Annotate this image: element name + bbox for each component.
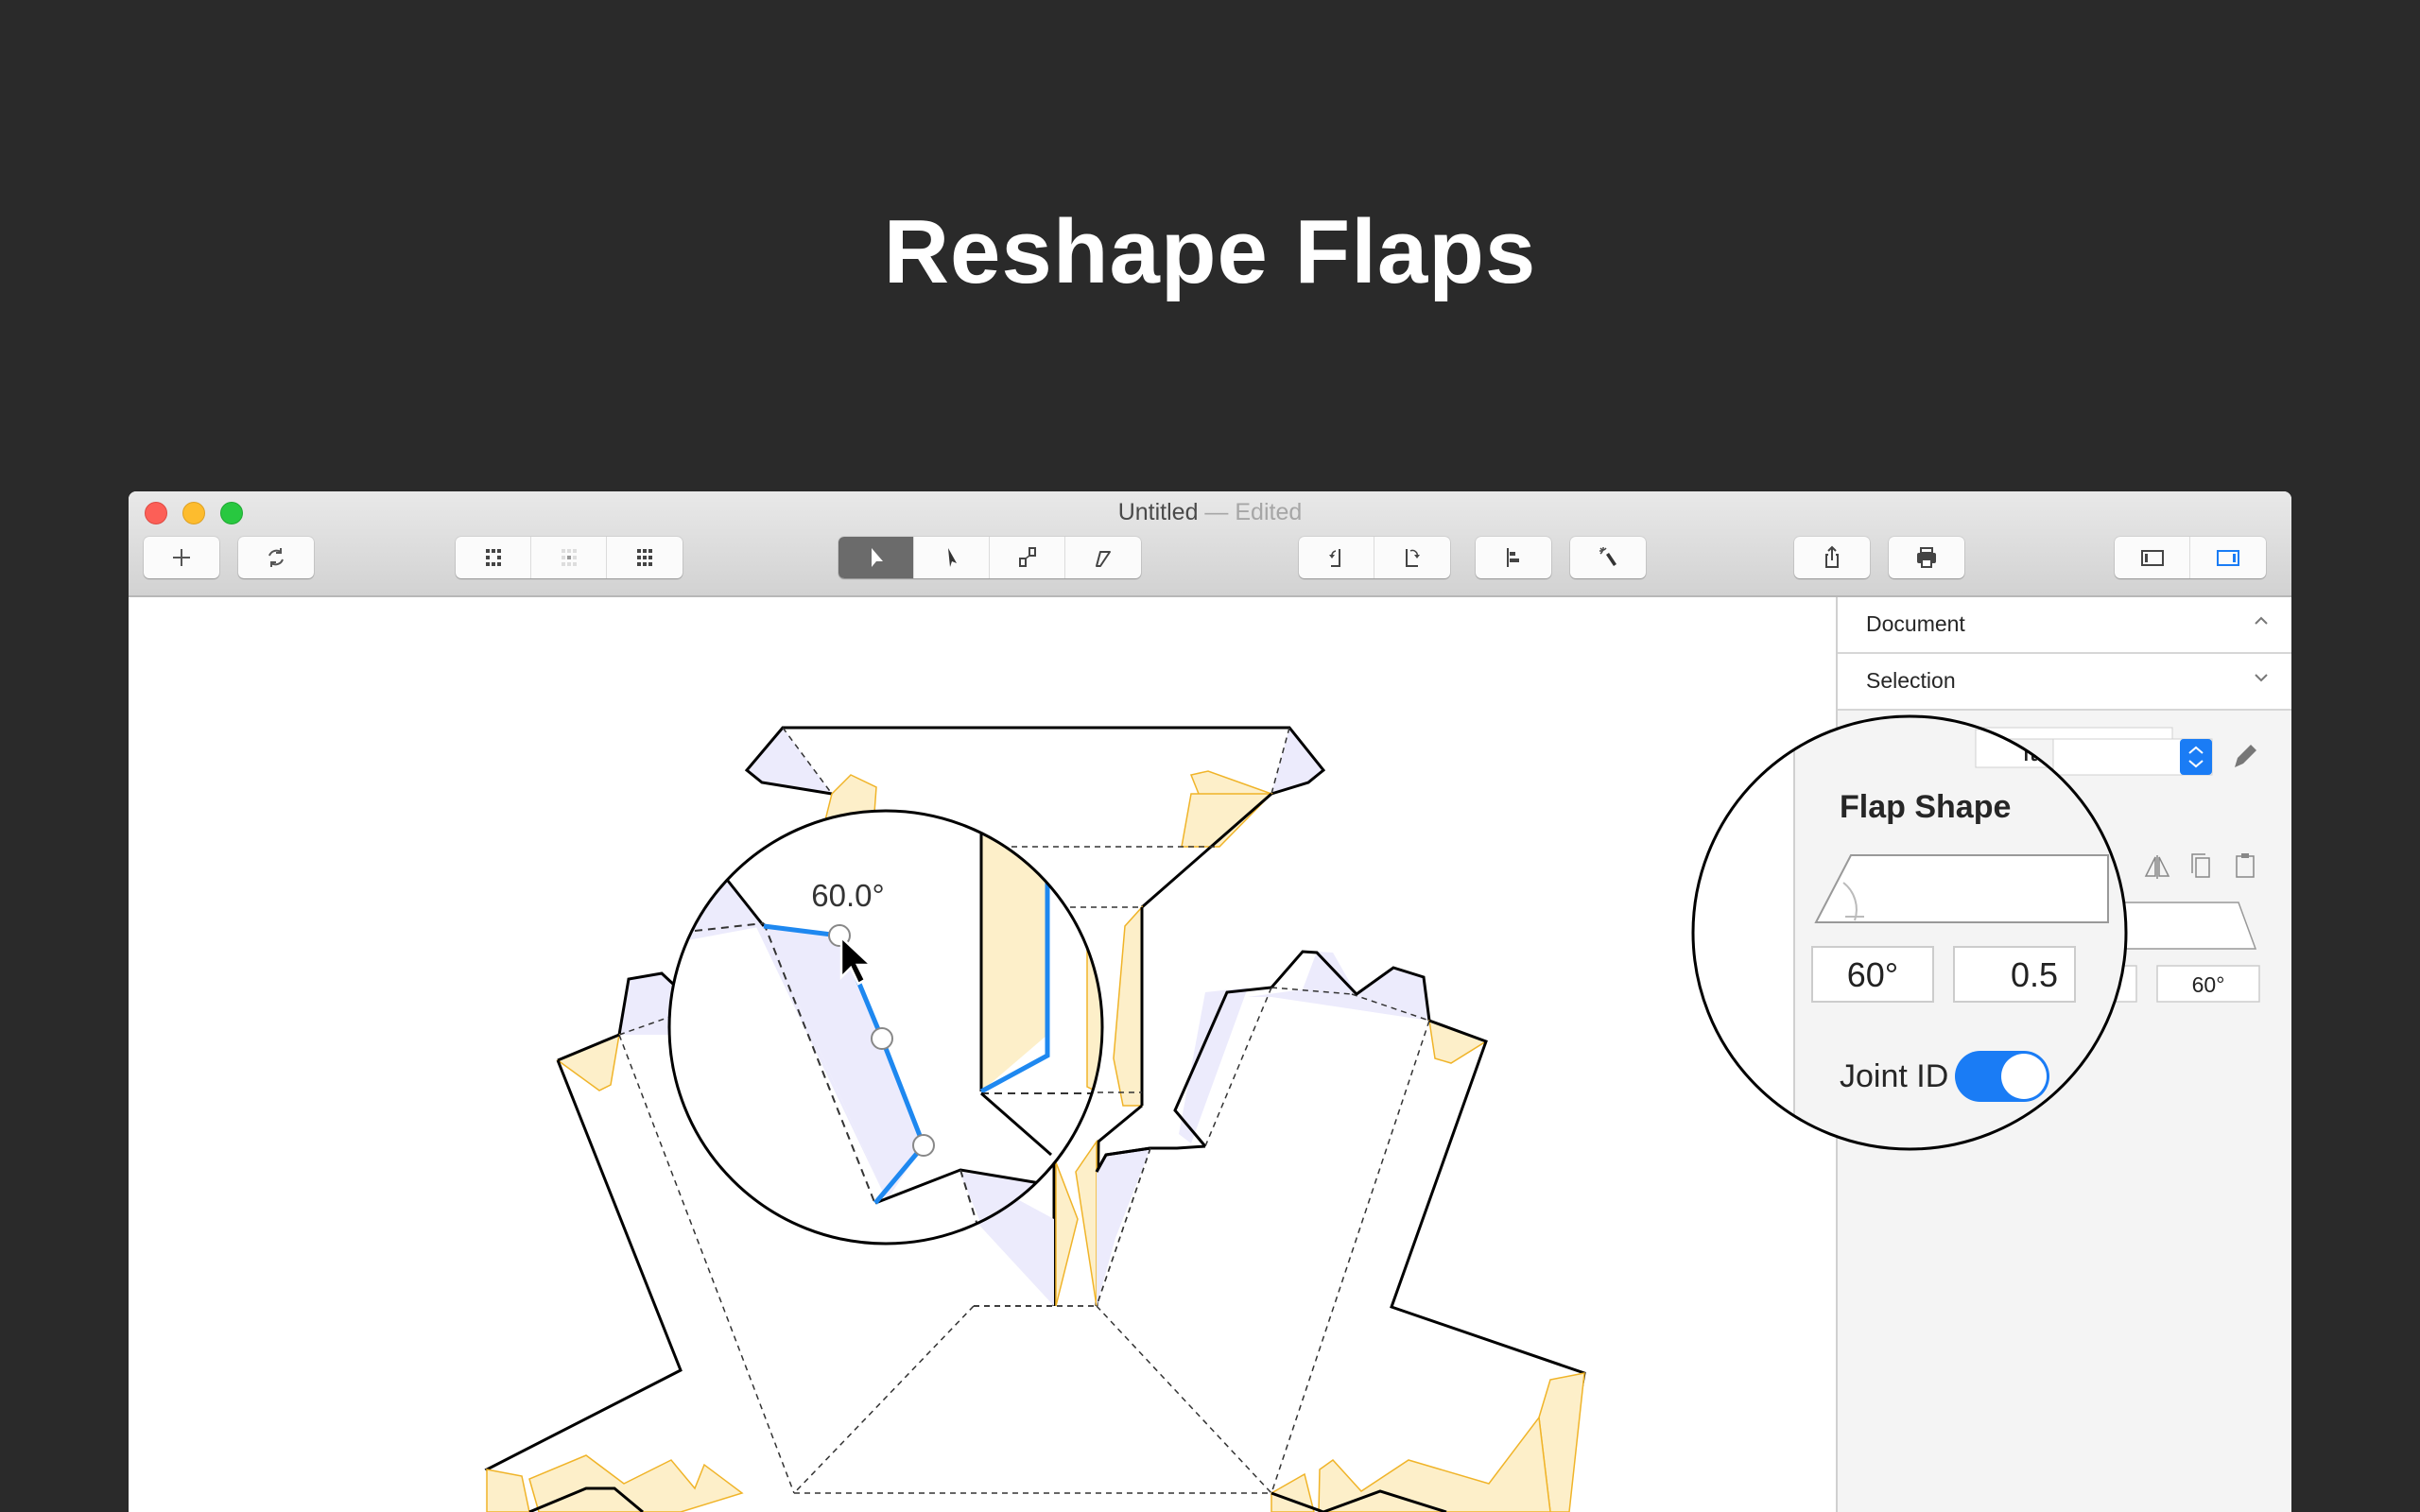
fold-group: [1299, 537, 1450, 578]
grid-icon: [485, 549, 501, 566]
hero-title: Reshape Flaps: [883, 201, 1537, 302]
share-icon: [1825, 545, 1839, 568]
document-section-label: Document: [1866, 611, 1965, 636]
layout-grid-button[interactable]: [456, 537, 531, 578]
print-icon: [1917, 547, 1936, 568]
refresh-group: [238, 537, 314, 578]
design-canvas[interactable]: [129, 597, 1836, 1512]
tools-group: [838, 537, 1141, 578]
title-bar: Untitled — Edited: [129, 491, 2291, 597]
refresh-button[interactable]: [238, 537, 314, 578]
add-button[interactable]: [144, 537, 219, 578]
layout-dense-button[interactable]: [607, 537, 683, 578]
panels-group: [2115, 537, 2266, 578]
direct-select-tool-button[interactable]: [914, 537, 990, 578]
inspector-panel: Document Selection: [1836, 597, 2291, 1512]
app-window: Untitled — Edited Document Selection: [129, 491, 2291, 1512]
print-button[interactable]: [1889, 537, 1964, 578]
align-left-icon: [1507, 548, 1519, 567]
right-panel-icon: [2217, 550, 2239, 566]
align-left-button[interactable]: [1476, 537, 1551, 578]
layout-center-button[interactable]: [531, 537, 607, 578]
transform-icon: [1018, 547, 1036, 567]
toggle-left-panel-button[interactable]: [2115, 537, 2190, 578]
layout-group: [456, 537, 683, 578]
direct-select-icon: [947, 548, 957, 567]
magic-group: [1570, 537, 1646, 578]
fold-right-icon: [1406, 549, 1420, 567]
grid-dense-icon: [637, 549, 652, 566]
transform-tool-button[interactable]: [990, 537, 1065, 578]
left-panel-icon: [2140, 550, 2164, 566]
edited-indicator: — Edited: [1198, 499, 1303, 525]
document-name: Untitled: [1117, 499, 1199, 525]
window-title: Untitled — Edited: [129, 499, 2291, 526]
magic-wand-icon: [1599, 547, 1616, 566]
toggle-right-panel-button[interactable]: [2190, 537, 2266, 578]
document-section-header[interactable]: Document: [1838, 597, 2291, 654]
selection-section-header[interactable]: Selection: [1838, 654, 2291, 711]
fold-left-icon: [1328, 549, 1340, 567]
magic-wand-button[interactable]: [1570, 537, 1646, 578]
align-group: [1476, 537, 1551, 578]
select-arrow-icon: [871, 548, 883, 567]
plus-icon: [173, 549, 190, 566]
share-button[interactable]: [1794, 537, 1870, 578]
fold-left-button[interactable]: [1299, 537, 1374, 578]
select-tool-button[interactable]: [838, 537, 914, 578]
share-group: [1794, 537, 1870, 578]
add-group: [144, 537, 219, 578]
print-group: [1889, 537, 1964, 578]
flap-tool-button[interactable]: [1065, 537, 1141, 578]
chevron-down-icon: [2250, 666, 2273, 689]
fold-right-button[interactable]: [1374, 537, 1450, 578]
grid-faded-icon: [561, 549, 577, 566]
selection-section-label: Selection: [1866, 668, 1956, 693]
chevron-up-icon: [2250, 610, 2273, 632]
flap-tool-icon: [1096, 551, 1111, 567]
refresh-icon: [268, 548, 284, 567]
